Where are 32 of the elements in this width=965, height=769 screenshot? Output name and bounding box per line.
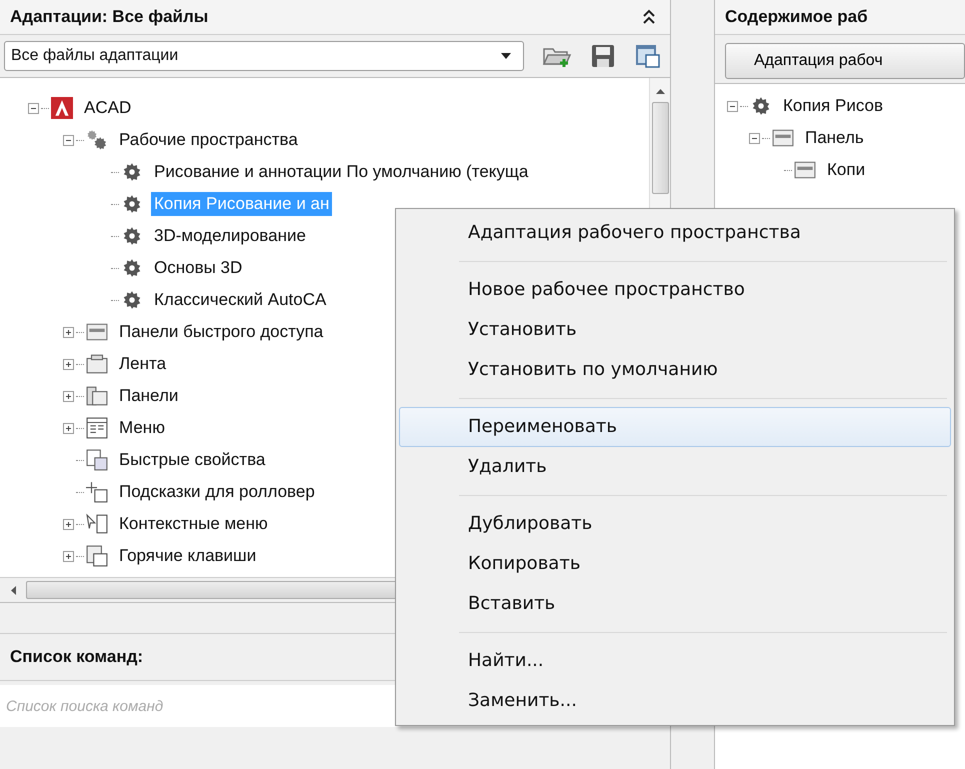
- menu-item[interactable]: Установить по умолчанию: [399, 350, 951, 390]
- tree-item[interactable]: Копи: [824, 158, 868, 182]
- menu-item[interactable]: Переименовать: [399, 407, 951, 447]
- tree-item[interactable]: Горячие клавиши: [116, 544, 260, 568]
- panel-title: Содержимое раб: [725, 7, 868, 27]
- tree-item[interactable]: Рабочие пространства: [116, 128, 301, 152]
- menu-item[interactable]: Удалить: [399, 447, 951, 487]
- tree-item[interactable]: Панель: [802, 126, 867, 150]
- menu-item[interactable]: Копировать: [399, 544, 951, 584]
- tree-item[interactable]: Лента: [116, 352, 170, 376]
- menu-item[interactable]: Новое рабочее пространство: [399, 270, 951, 310]
- menu-item[interactable]: Адаптация рабочего пространства: [399, 213, 951, 253]
- tree-item[interactable]: Подсказки для ролловер: [116, 480, 318, 504]
- tree-item[interactable]: Панели: [116, 384, 182, 408]
- tree-item[interactable]: Классический AutoCA: [151, 288, 330, 312]
- tree-item[interactable]: Панели быстрого доступа: [116, 320, 326, 344]
- file-select[interactable]: Все файлы адаптации: [4, 41, 524, 71]
- tree-item[interactable]: Быстрые свойства: [116, 448, 268, 472]
- tree-item[interactable]: Основы 3D: [151, 256, 246, 280]
- tree-item[interactable]: Контекстные меню: [116, 512, 271, 536]
- menu-item[interactable]: Установить: [399, 310, 951, 350]
- menu-item[interactable]: Найти...: [399, 641, 951, 681]
- section-title: Список команд:: [10, 647, 144, 667]
- customize-button[interactable]: Адаптация рабоч: [725, 43, 965, 79]
- tree-item[interactable]: Рисование и аннотации По умолчанию (текуща: [151, 160, 532, 184]
- panel-title: Адаптации: Все файлы: [10, 7, 208, 27]
- menu-item[interactable]: Дублировать: [399, 504, 951, 544]
- tree-item[interactable]: 3D-моделирование: [151, 224, 309, 248]
- menu-item[interactable]: Вставить: [399, 584, 951, 624]
- tree-item[interactable]: ACAD: [81, 96, 134, 120]
- tree-item[interactable]: Копия Рисов: [780, 94, 886, 118]
- tree-item[interactable]: Меню: [116, 416, 168, 440]
